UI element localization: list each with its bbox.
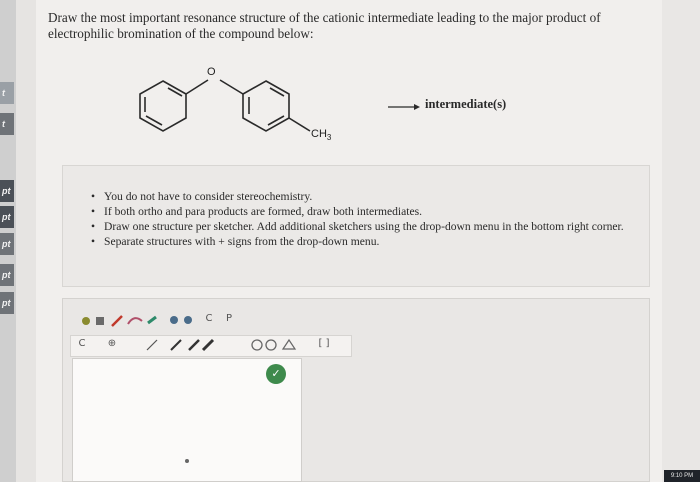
charge-icon[interactable]: ⊕ xyxy=(105,336,119,352)
element-c-icon[interactable]: C xyxy=(75,336,89,352)
instruction-item: Separate structures with + signs from th… xyxy=(88,235,648,249)
instructions-list: You do not have to consider stereochemis… xyxy=(88,190,648,250)
zoom-out-icon[interactable] xyxy=(184,316,192,324)
pointer-icon[interactable] xyxy=(82,317,90,325)
instruction-item: You do not have to consider stereochemis… xyxy=(88,190,648,204)
left-benzene-ring xyxy=(139,80,187,132)
lasso-icon[interactable] xyxy=(127,317,143,325)
triple-bond-icon[interactable] xyxy=(201,338,215,352)
periodic-icon[interactable]: P xyxy=(222,311,236,327)
clean-icon[interactable]: C xyxy=(202,311,216,327)
template-icon[interactable] xyxy=(281,338,297,350)
sketcher-toolbar-top: C P xyxy=(76,311,256,331)
taskbar-clock: 9:10 PM xyxy=(664,470,700,482)
instruction-item: If both ortho and para products are form… xyxy=(88,205,648,219)
single-bond-icon[interactable] xyxy=(146,339,158,351)
zoom-in-icon[interactable] xyxy=(170,316,178,324)
methyl-bond xyxy=(288,117,311,132)
ether-bond-left xyxy=(185,79,209,95)
right-benzene-ring xyxy=(242,80,290,132)
ether-bond-right xyxy=(219,79,244,95)
pencil-icon[interactable] xyxy=(111,315,123,327)
status-check-icon[interactable]: ✓ xyxy=(266,364,286,384)
intermediate-label: intermediate(s) xyxy=(425,97,507,111)
arrow-head xyxy=(414,104,420,110)
canvas-dot xyxy=(185,459,189,463)
wedge-bond-icon[interactable] xyxy=(170,339,182,351)
ring-icon[interactable] xyxy=(251,339,263,351)
bracket-icon[interactable]: [ ] xyxy=(315,336,333,352)
eraser-icon[interactable] xyxy=(147,315,157,325)
sketcher-toolbar-bottom: C ⊕ [ ] xyxy=(70,335,352,357)
ring-icon-2[interactable] xyxy=(265,339,277,351)
oxygen-label: O xyxy=(207,66,216,78)
instruction-item: Draw one structure per sketcher. Add add… xyxy=(88,220,648,234)
methyl-label: CH3 xyxy=(311,128,332,143)
double-bond-icon[interactable] xyxy=(188,339,200,351)
undo-icon[interactable] xyxy=(96,317,104,325)
